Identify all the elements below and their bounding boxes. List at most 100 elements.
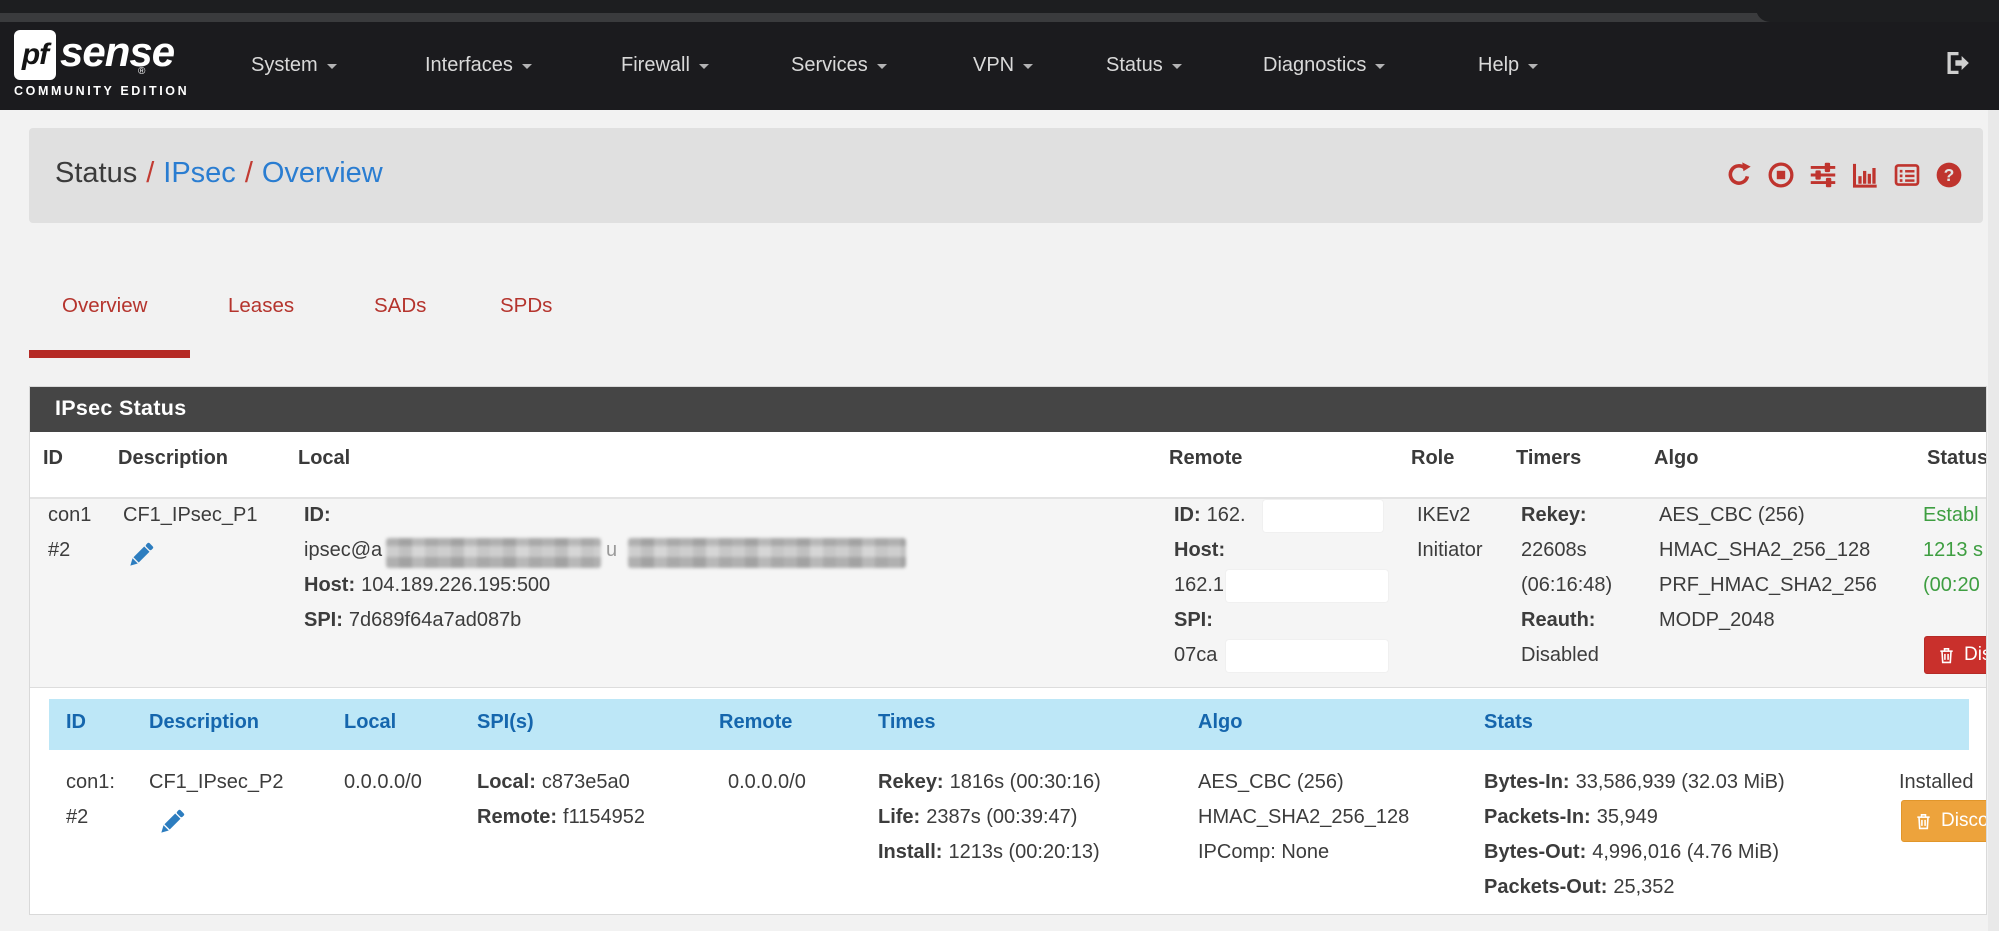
p1-algo-4: MODP_2048 (1659, 609, 1775, 632)
panel-titlebar: IPsec Status (30, 387, 1986, 432)
nav-item-status[interactable]: Status (1106, 51, 1182, 79)
disconnect-label: Disco (1941, 810, 1987, 832)
p1-remote-spi-value: 07ca (1174, 644, 1217, 667)
p2-bytes-in-value: 33,586,939 (32.03 MiB) (1576, 771, 1785, 793)
svg-text:?: ? (1944, 165, 1955, 185)
ipsec-status-panel: IPsec Status ID Description Local Remote… (29, 386, 1987, 915)
p2-algo-2: HMAC_SHA2_256_128 (1198, 806, 1409, 829)
p2-life-value: 2387s (00:39:47) (926, 806, 1077, 828)
p1-remote-host-value: 162.1 (1174, 574, 1224, 597)
nav-item-firewall[interactable]: Firewall (621, 51, 709, 79)
p2-packets-out-label: Packets-Out: (1484, 876, 1607, 898)
col-header-id: ID (43, 447, 63, 470)
p1-local-host-value: 104.189.226.195:500 (361, 574, 550, 596)
list-alt-icon[interactable] (1893, 161, 1921, 189)
tab-spds[interactable]: SPDs (500, 294, 552, 318)
active-tab-underline (29, 350, 190, 358)
logo-edition-text: COMMUNITY EDITION (14, 84, 189, 98)
breadcrumb: Status/IPsec/Overview (55, 157, 383, 190)
p1-description: CF1_IPsec_P1 (123, 504, 258, 527)
tab-overview[interactable]: Overview (62, 294, 147, 318)
p1-algo-3: PRF_HMAC_SHA2_256 (1659, 574, 1877, 597)
breadcrumb-link-overview[interactable]: Overview (262, 157, 383, 189)
p1-local-id-value: ipsec@a (304, 539, 382, 562)
child-col-id: ID (66, 711, 86, 734)
disconnect-button[interactable]: Dis (1924, 636, 1987, 674)
p2-packets-in-label: Packets-In: (1484, 806, 1591, 828)
caret-down-icon (699, 64, 709, 69)
p2-local: 0.0.0.0/0 (344, 771, 422, 794)
p2-status: Installed (1899, 771, 1974, 794)
tab-sads[interactable]: SADs (374, 294, 426, 318)
nav-item-services[interactable]: Services (791, 51, 887, 79)
nav-item-diagnostics[interactable]: Diagnostics (1263, 51, 1385, 79)
pencil-icon[interactable] (125, 539, 157, 571)
p2-rekey-value: 1816s (00:30:16) (950, 771, 1101, 793)
p1-rekey-label: Rekey: (1521, 504, 1587, 526)
redacted-whitebox (1226, 640, 1388, 672)
breadcrumb-link-ipsec[interactable]: IPsec (163, 157, 236, 189)
window-chrome-corner (1756, 0, 1999, 22)
p1-algo-1: AES_CBC (256) (1659, 504, 1805, 527)
redacted-blur (628, 538, 906, 568)
col-header-role: Role (1411, 447, 1454, 470)
vertical-scrollbar[interactable] (1988, 110, 1999, 931)
p2-bytes-out-value: 4,996,016 (4.76 MiB) (1592, 841, 1779, 863)
nav-item-interfaces[interactable]: Interfaces (425, 51, 532, 79)
p1-id-line2: #2 (48, 539, 70, 562)
pfsense-app: pf sense ® COMMUNITY EDITION System Inte… (0, 0, 1999, 931)
p1-role-line1: IKEv2 (1417, 504, 1470, 527)
bar-chart-icon[interactable] (1851, 161, 1879, 189)
disconnect-button[interactable]: Disco (1901, 800, 1987, 842)
p1-reauth-label: Reauth: (1521, 609, 1595, 631)
caret-down-icon (522, 64, 532, 69)
redacted-blur (386, 538, 601, 568)
p2-algo-3: IPComp: None (1198, 841, 1329, 864)
p2-life-label: Life: (878, 806, 920, 828)
breadcrumb-separator: / (236, 157, 262, 189)
p2-spi-remote-label: Remote: (477, 806, 557, 828)
child-col-algo: Algo (1198, 711, 1242, 734)
top-navbar: pf sense ® COMMUNITY EDITION System Inte… (0, 22, 1999, 110)
p1-role-line2: Initiator (1417, 539, 1483, 562)
help-icon[interactable]: ? (1935, 161, 1963, 189)
caret-down-icon (1528, 64, 1538, 69)
nav-item-system[interactable]: System (251, 51, 337, 79)
disconnect-label: Dis (1964, 644, 1987, 666)
caret-down-icon (1023, 64, 1033, 69)
sign-out-icon[interactable] (1941, 48, 1971, 78)
col-header-local: Local (298, 447, 350, 470)
breadcrumb-actions: ? (1725, 161, 1963, 189)
sliders-icon[interactable] (1809, 161, 1837, 189)
p2-install-value: 1213s (00:20:13) (948, 841, 1099, 863)
pfsense-logo[interactable]: pf (14, 30, 56, 80)
col-header-algo: Algo (1654, 447, 1698, 470)
redacted-whitebox (1226, 570, 1388, 602)
trash-icon (1914, 812, 1933, 831)
pencil-icon[interactable] (156, 806, 188, 838)
p2-spi-local-value: c873e5a0 (542, 771, 630, 793)
refresh-icon[interactable] (1725, 161, 1753, 189)
p1-local-host-label: Host: (304, 574, 355, 596)
p2-id-line2: #2 (66, 806, 88, 829)
nav-item-vpn[interactable]: VPN (973, 51, 1033, 79)
p1-remote-id-label: ID: (1174, 504, 1201, 526)
col-header-status: Status (1927, 447, 1987, 470)
p2-description: CF1_IPsec_P2 (149, 771, 284, 794)
child-col-local: Local (344, 711, 396, 734)
child-col-remote: Remote (719, 711, 792, 734)
caret-down-icon (1172, 64, 1182, 69)
nav-item-help[interactable]: Help (1478, 51, 1538, 79)
p1-remote-host-label: Host: (1174, 539, 1225, 561)
p1-local-spi-value: 7d689f64a7ad087b (349, 609, 521, 631)
p1-local-spi-label: SPI: (304, 609, 343, 631)
window-chrome-strip (0, 0, 1999, 13)
breadcrumb-bar: Status/IPsec/Overview (29, 128, 1983, 223)
tab-leases[interactable]: Leases (228, 294, 294, 318)
window-chrome-substrip (0, 13, 1999, 22)
stop-icon[interactable] (1767, 161, 1795, 189)
p1-reauth-value: Disabled (1521, 644, 1599, 667)
col-header-timers: Timers (1516, 447, 1581, 470)
trash-icon (1937, 646, 1956, 665)
p2-install-label: Install: (878, 841, 942, 863)
